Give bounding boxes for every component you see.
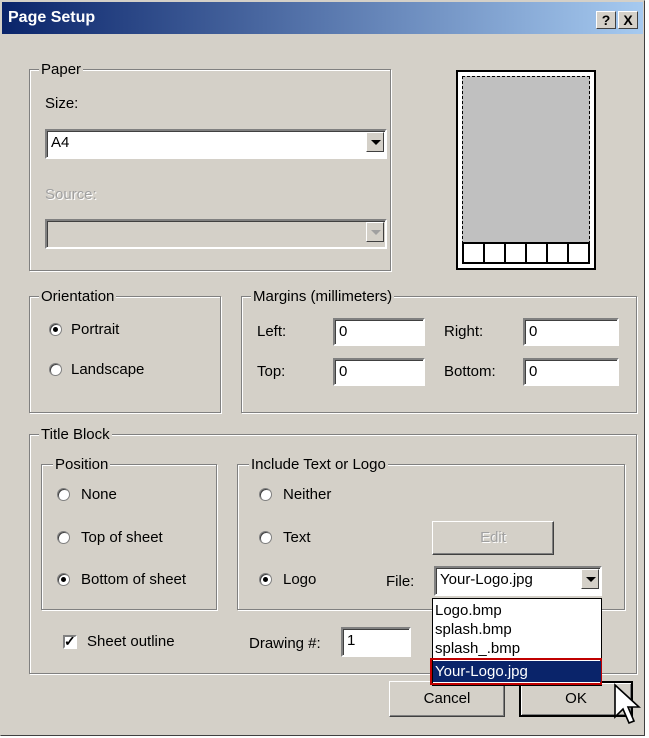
file-option-splash-bmp[interactable]: splash.bmp: [435, 621, 512, 638]
left-margin-label: Left:: [257, 323, 287, 340]
mouse-cursor-icon: [614, 683, 641, 725]
landscape-radio[interactable]: [49, 363, 62, 376]
landscape-label[interactable]: Landscape: [71, 361, 144, 378]
right-margin-input[interactable]: 0: [523, 318, 619, 346]
position-bottom-label[interactable]: Bottom of sheet: [81, 571, 186, 588]
top-margin-value: 0: [339, 363, 348, 380]
bottom-margin-label: Bottom:: [444, 363, 496, 380]
position-none-radio[interactable]: [57, 488, 70, 501]
cancel-button-label: Cancel: [423, 690, 471, 707]
chevron-down-icon[interactable]: [581, 569, 599, 589]
include-text-radio[interactable]: [259, 531, 272, 544]
cancel-button[interactable]: Cancel: [389, 681, 505, 717]
file-label: File:: [386, 573, 415, 590]
source-label: Source:: [45, 186, 97, 203]
file-dropdown-list[interactable]: Logo.bmp splash.bmp splash_.bmp Your-Log…: [430, 598, 602, 686]
top-margin-label: Top:: [257, 363, 286, 380]
left-margin-input[interactable]: 0: [333, 318, 425, 346]
close-button[interactable]: X: [618, 11, 638, 29]
size-label: Size:: [45, 95, 79, 112]
top-margin-input[interactable]: 0: [333, 358, 425, 386]
file-select[interactable]: Your-Logo.jpg: [434, 566, 602, 596]
position-legend: Position: [53, 456, 111, 473]
position-top-label[interactable]: Top of sheet: [81, 529, 163, 546]
orientation-legend: Orientation: [39, 288, 117, 305]
orientation-group: [29, 296, 221, 413]
title-block-legend: Title Block: [39, 426, 112, 443]
drawing-number-input[interactable]: 1: [341, 627, 411, 657]
edit-button-label: Edit: [480, 529, 506, 546]
include-neither-radio[interactable]: [259, 488, 272, 501]
portrait-radio[interactable]: [49, 323, 62, 336]
position-none-label[interactable]: None: [81, 486, 117, 503]
position-top-radio[interactable]: [57, 531, 70, 544]
drawing-number-value: 1: [347, 632, 356, 649]
size-select[interactable]: A4: [45, 129, 387, 159]
paper-legend: Paper: [39, 61, 84, 78]
include-logo-radio[interactable]: [259, 573, 272, 586]
margins-legend: Margins (millimeters): [251, 288, 395, 305]
size-value: A4: [51, 134, 70, 151]
sheet-outline-label[interactable]: Sheet outline: [87, 633, 175, 650]
include-logo-label[interactable]: Logo: [283, 571, 316, 588]
drawing-number-label: Drawing #:: [249, 635, 321, 652]
position-bottom-radio[interactable]: [57, 573, 70, 586]
file-option-your-logo-jpg[interactable]: Your-Logo.jpg: [433, 661, 601, 682]
title-bar[interactable]: Page Setup ? X: [2, 2, 643, 34]
dialog-title: Page Setup: [8, 9, 96, 26]
include-neither-label[interactable]: Neither: [283, 486, 331, 503]
page-preview-sheet: [462, 76, 590, 264]
bottom-margin-input[interactable]: 0: [523, 358, 619, 386]
right-margin-label: Right:: [444, 323, 484, 340]
page-setup-dialog: Page Setup ? X Paper Size: A4 Source: Or…: [0, 0, 645, 736]
chevron-down-icon[interactable]: [366, 132, 384, 152]
portrait-label[interactable]: Portrait: [71, 321, 119, 338]
bottom-margin-value: 0: [529, 363, 538, 380]
file-option-splash-underscore-bmp[interactable]: splash_.bmp: [435, 640, 520, 657]
include-text-label[interactable]: Text: [283, 529, 311, 546]
edit-button[interactable]: Edit: [432, 521, 554, 555]
source-select[interactable]: [45, 219, 387, 249]
file-option-logo-bmp[interactable]: Logo.bmp: [435, 602, 502, 619]
margins-group: [241, 296, 637, 413]
help-button[interactable]: ?: [596, 11, 616, 29]
include-legend: Include Text or Logo: [249, 456, 388, 473]
left-margin-value: 0: [339, 323, 348, 340]
title-block-preview: [462, 242, 590, 264]
page-preview: [456, 70, 596, 270]
sheet-outline-checkbox[interactable]: [63, 633, 77, 650]
file-value: Your-Logo.jpg: [440, 571, 533, 588]
chevron-down-icon[interactable]: [366, 222, 384, 242]
right-margin-value: 0: [529, 323, 538, 340]
